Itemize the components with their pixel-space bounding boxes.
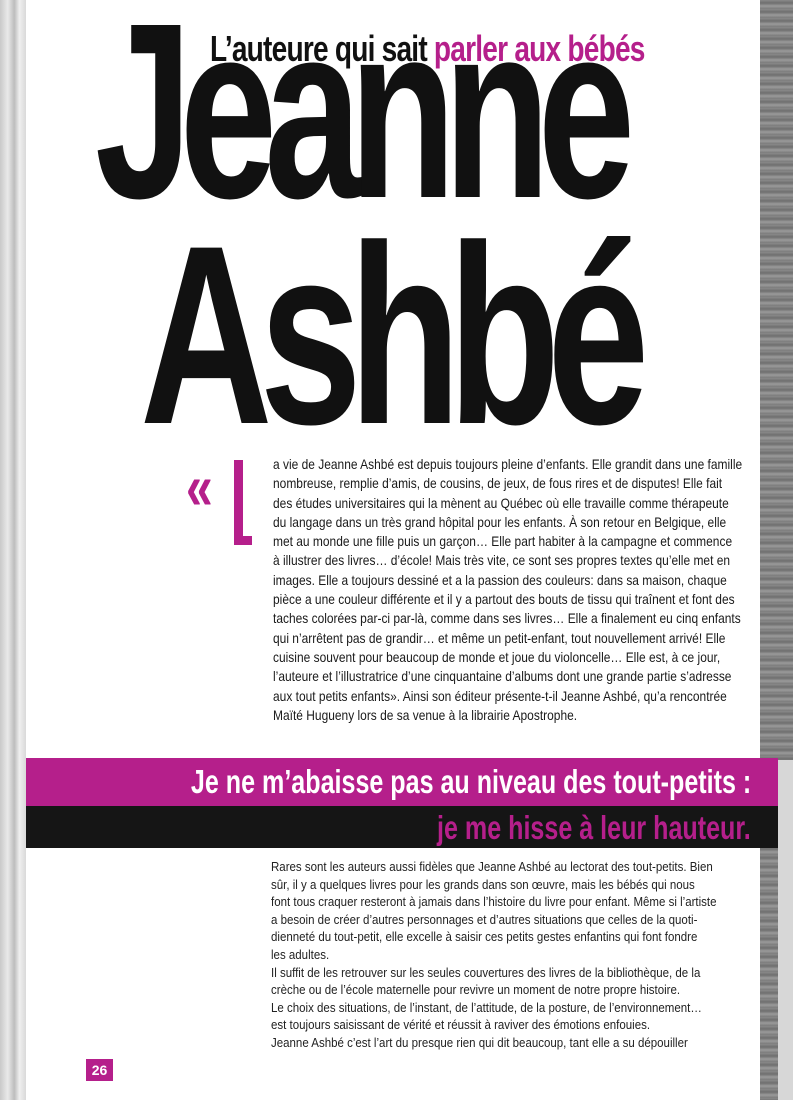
intro-line: l’auteure et l’illustratrice d’une cinqu…: [273, 668, 732, 685]
intro-paragraph: a vie de Jeanne Ashbé est depuis toujour…: [273, 455, 763, 725]
intro-line: à illustrer des livres… d’école! Mais tr…: [273, 552, 731, 569]
drop-cap-foot: [234, 536, 252, 545]
article-body: Rares sont les auteurs aussi fidèles que…: [271, 859, 761, 1053]
intro-line: Maïté Hugueny lors de sa venue à la libr…: [273, 706, 578, 723]
body-line: Rares sont les auteurs aussi fidèles que…: [271, 860, 713, 874]
intro-line: nombreuse, remplie d’amis, de cousins, d…: [273, 475, 723, 492]
body-line: Il suffit de les retrouver sur les seule…: [271, 965, 701, 980]
intro-line: taches colorées par-ci par-là, comme dan…: [273, 610, 741, 627]
intro-line: des études universitaires qui la mènent …: [273, 494, 729, 511]
intro-line: du langage dans un très grand hôpital po…: [273, 513, 727, 530]
adjacent-page-edge-lower: [778, 760, 793, 1100]
body-line: Le choix des situations, de l’instant, d…: [271, 1000, 702, 1015]
intro-line: pièce a une couleur différente et il y a…: [273, 591, 735, 608]
body-line: crèche ou de l’école maternelle pour rev…: [271, 983, 681, 998]
intro-line: images. Elle a toujours dessiné et a la …: [273, 571, 727, 588]
intro-line: qui n’arrêtent pas de grandir… et même u…: [273, 629, 726, 646]
drop-cap-l: [232, 452, 252, 548]
title-last-name: Ashbé: [140, 193, 649, 478]
body-line: les adultes.: [271, 947, 330, 962]
pullquote-line-1: Je ne m’abaisse pas au niveau des tout-p…: [190, 763, 751, 800]
page-binding-edge: [0, 0, 26, 1100]
intro-line: aux tout petits enfants». Ainsi son édit…: [273, 687, 727, 704]
intro-line: a vie de Jeanne Ashbé est depuis toujour…: [273, 456, 743, 472]
body-line: Jeanne Ashbé c’est l’art du presque rien…: [271, 1035, 688, 1050]
page-number: 26: [86, 1059, 113, 1081]
body-line: est toujours saisissant de vérité et réu…: [271, 1018, 651, 1033]
body-line: dienneté du tout-petit, elle excelle à s…: [271, 930, 698, 945]
body-line: font tous craquer resteront à jamais dan…: [271, 895, 717, 910]
body-line: a besoin de créer d’autres personnages e…: [271, 912, 698, 927]
pullquote-line-2: je me hisse à leur hauteur.: [437, 809, 751, 846]
opening-quote-mark: «: [186, 451, 213, 523]
body-line: sûr, il y a quelques livres pour les gra…: [271, 877, 695, 892]
intro-line: cuisine souvent pour beaucoup de monde e…: [273, 648, 721, 665]
drop-cap-stem: [234, 460, 243, 544]
intro-line: met au monde une fille puis un garçon… E…: [273, 533, 733, 550]
